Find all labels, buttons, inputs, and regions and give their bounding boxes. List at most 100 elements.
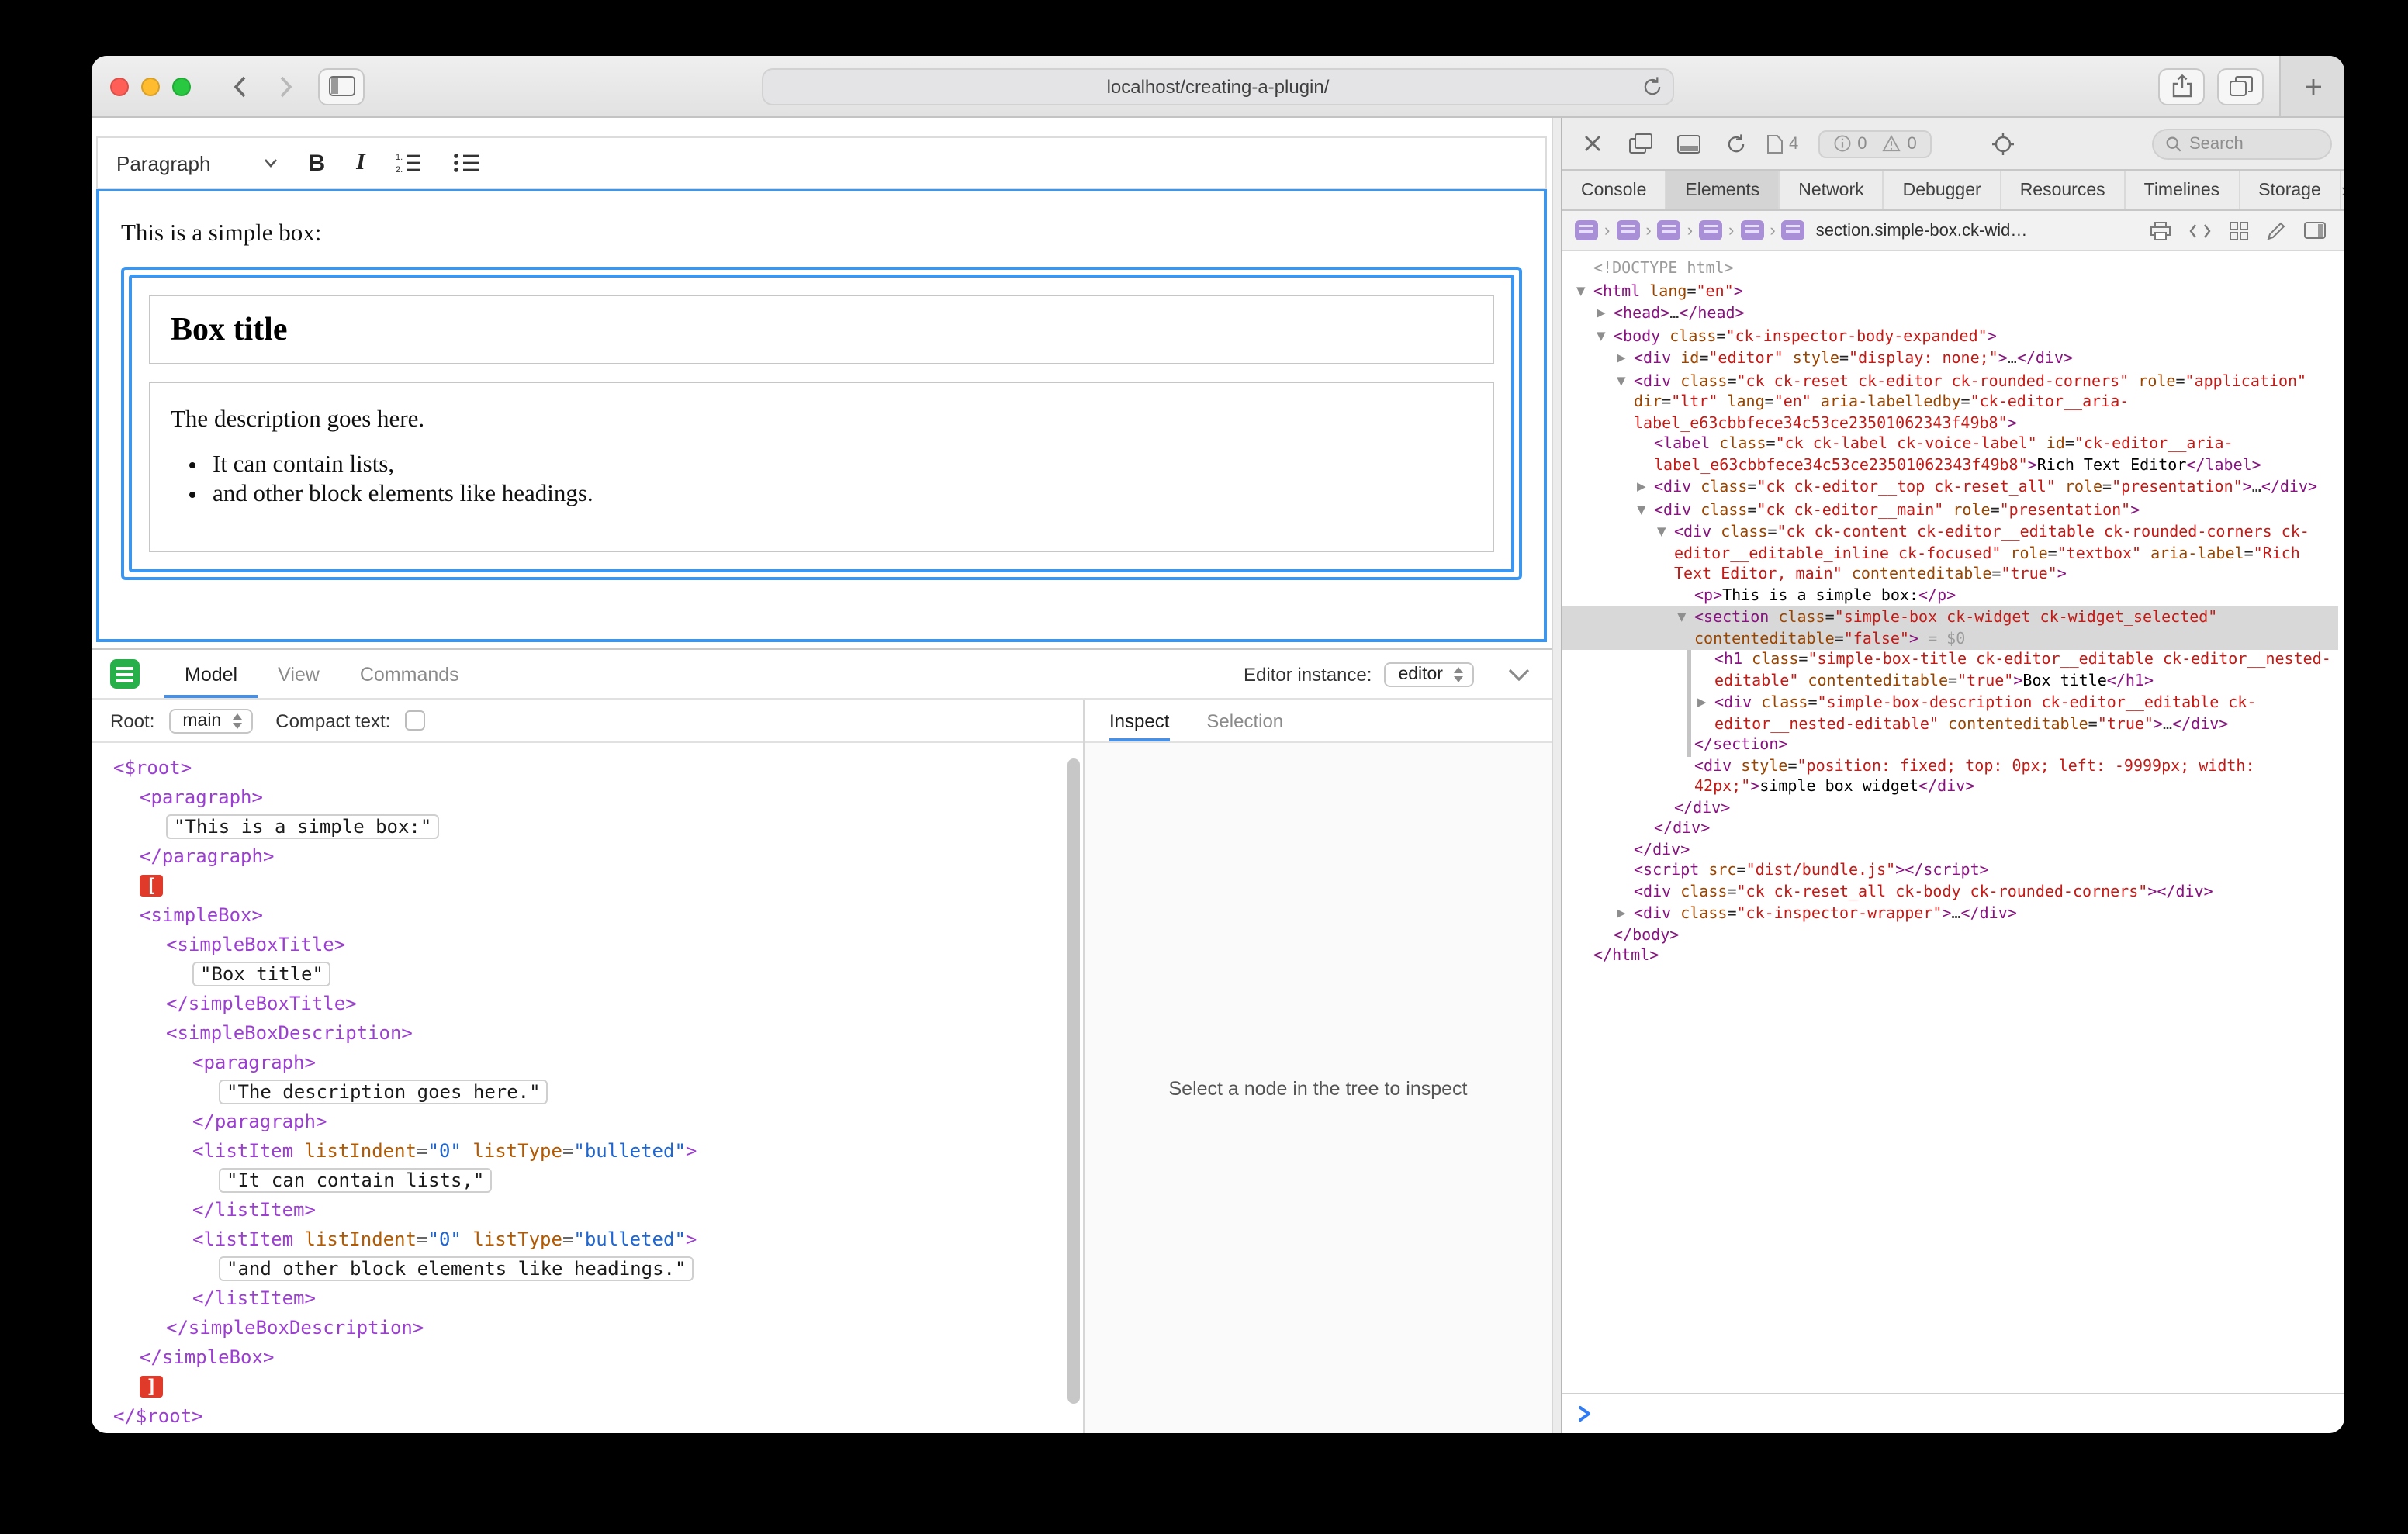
edit-button[interactable] (2267, 221, 2285, 240)
model-tree-line[interactable]: </listItem> (113, 1196, 1061, 1225)
resource-count-badge[interactable]: 4 (1767, 134, 1798, 153)
box-title[interactable]: Box title (149, 295, 1494, 364)
paragraph-dropdown[interactable]: Paragraph (116, 151, 277, 174)
detail-tab-inspect[interactable]: Inspect (1109, 700, 1169, 741)
description-paragraph[interactable]: The description goes here. (171, 406, 1472, 434)
box-description[interactable]: The description goes here. It can contai… (149, 382, 1494, 552)
simple-box-widget[interactable]: Box title The description goes here. It … (121, 267, 1522, 580)
model-tree-line[interactable]: "It can contain lists," (113, 1166, 1061, 1196)
dom-tree-line[interactable]: <!DOCTYPE html> (1562, 259, 2338, 280)
dom-tree-line[interactable]: ▼<div class="ck ck-editor__main" role="p… (1562, 499, 2338, 521)
dom-tree-line-selected[interactable]: ▼<section class="simple-box ck-widget ck… (1562, 606, 2338, 650)
inspector-tab-commands[interactable]: Commands (340, 650, 479, 698)
disclosure-triangle-icon[interactable]: ▼ (1617, 370, 1634, 391)
devtools-search-field[interactable]: Search (2152, 128, 2332, 159)
model-tree-line[interactable]: "This is a simple box:" (113, 813, 1061, 842)
detail-tab-selection[interactable]: Selection (1206, 700, 1283, 741)
model-tree-line[interactable]: <paragraph> (113, 1049, 1061, 1078)
editor-editable[interactable]: This is a simple box: Box title The desc… (96, 189, 1547, 642)
dom-tree-line[interactable]: ▼<body class="ck-inspector-body-expanded… (1562, 325, 2338, 347)
disclosure-triangle-icon[interactable]: ▼ (1657, 521, 1674, 542)
disclosure-triangle-icon[interactable]: ▶ (1697, 692, 1714, 713)
disclosure-triangle-icon[interactable]: ▼ (1597, 325, 1614, 346)
dom-tree-line[interactable]: <p>This is a simple box:</p> (1562, 586, 2338, 606)
disclosure-triangle-icon[interactable]: ▼ (1576, 280, 1593, 301)
compact-text-checkbox[interactable] (404, 710, 424, 731)
dom-tree-line[interactable]: </div> (1562, 819, 2338, 840)
inspector-tab-view[interactable]: View (258, 650, 340, 698)
model-tree-line[interactable]: <simpleBoxTitle> (113, 931, 1061, 960)
root-select[interactable]: main (168, 708, 252, 733)
dom-tree-line[interactable]: <div style="position: fixed; top: 0px; l… (1562, 756, 2338, 798)
collapse-inspector-button[interactable] (1508, 668, 1530, 680)
devtools-tab-resources[interactable]: Resources (2001, 171, 2126, 209)
numbered-list-button[interactable]: 1. 2. (396, 152, 423, 174)
model-tree-line[interactable]: "Box title" (113, 960, 1061, 990)
model-tree-line[interactable]: [ (113, 872, 1061, 901)
zoom-window-button[interactable] (172, 77, 191, 95)
dom-tree-line[interactable]: ▶<div class="simple-box-description ck-e… (1562, 692, 2338, 735)
element-picker-button[interactable] (1987, 128, 2021, 159)
scrollbar-thumb[interactable] (1067, 758, 1080, 1403)
element-node-icon[interactable] (1575, 220, 1598, 240)
model-tree-line[interactable]: "and other block elements like headings.… (113, 1255, 1061, 1284)
breadcrumb-item-label[interactable]: section.simple-box.ck-wid… (1816, 221, 2028, 240)
devtools-tab-timelines[interactable]: Timelines (2126, 171, 2240, 209)
dom-tree-line[interactable]: <script src="dist/bundle.js"></script> (1562, 861, 2338, 882)
dom-tree-line[interactable]: </div> (1562, 840, 2338, 861)
dom-tree-line[interactable]: </html> (1562, 946, 2338, 967)
model-tree-line[interactable]: </$root> (113, 1402, 1061, 1432)
model-tree-line[interactable]: <$root> (113, 754, 1061, 783)
disclosure-triangle-icon[interactable]: ▶ (1617, 903, 1634, 924)
model-tree-line[interactable]: ] (113, 1373, 1061, 1402)
disclosure-triangle-icon[interactable]: ▼ (1637, 499, 1654, 520)
detach-inspector-button[interactable] (1623, 128, 1657, 159)
dom-tree-line[interactable]: ▼<div class="ck ck-content ck-editor__ed… (1562, 521, 2338, 586)
dom-tree-line[interactable]: ▶<div id="editor" style="display: none;"… (1562, 347, 2338, 370)
sidebar-toggle-button[interactable] (318, 67, 365, 105)
element-node-icon[interactable] (1740, 220, 1763, 240)
forward-button[interactable] (265, 67, 306, 105)
print-styles-button[interactable] (2150, 221, 2171, 240)
disclosure-triangle-icon[interactable]: ▶ (1637, 476, 1654, 497)
dom-tree-line[interactable]: ▶<div class="ck ck-editor__top ck-reset_… (1562, 476, 2338, 499)
back-button[interactable] (219, 67, 259, 105)
details-sidebar-toggle[interactable] (2304, 222, 2326, 239)
element-node-icon[interactable] (1616, 220, 1639, 240)
quick-console[interactable] (1562, 1393, 2344, 1433)
minimize-window-button[interactable] (141, 77, 160, 95)
intro-paragraph[interactable]: This is a simple box: (121, 220, 1522, 248)
model-tree-line[interactable]: <paragraph> (113, 783, 1061, 813)
devtools-tab-debugger[interactable]: Debugger (1884, 171, 2001, 209)
close-window-button[interactable] (110, 77, 129, 95)
devtools-reload-button[interactable] (1719, 128, 1753, 159)
tab-overview-button[interactable] (2217, 67, 2264, 105)
dom-tree-line[interactable]: </section> (1562, 735, 2338, 756)
model-tree-line[interactable]: </simpleBox> (113, 1343, 1061, 1373)
list-item[interactable]: and other block elements like headings. (213, 480, 1472, 509)
dom-tree-line[interactable]: <h1 class="simple-box-title ck-editor__e… (1562, 650, 2338, 692)
disclosure-triangle-icon[interactable]: ▶ (1597, 302, 1614, 323)
warning-count-badge[interactable]: 0 (1883, 134, 1917, 153)
inspector-tab-model[interactable]: Model (164, 650, 258, 698)
tabs-overflow-button[interactable]: » (2341, 178, 2344, 202)
element-node-icon[interactable] (1658, 220, 1681, 240)
element-node-icon[interactable] (1699, 220, 1722, 240)
layout-grid-button[interactable] (2230, 221, 2248, 240)
model-tree-line[interactable]: </paragraph> (113, 1107, 1061, 1137)
pane-splitter[interactable] (1552, 118, 1562, 1433)
dom-tree-line[interactable]: <label class="ck ck-label ck-voice-label… (1562, 434, 2338, 476)
dom-tree-line[interactable]: <div class="ck ck-reset_all ck-body ck-r… (1562, 882, 2338, 903)
reload-button[interactable] (1642, 75, 1663, 97)
dom-tree-line[interactable]: ▶<head>…</head> (1562, 302, 2338, 325)
devtools-tab-elements[interactable]: Elements (1666, 171, 1780, 209)
bulleted-list-button[interactable] (454, 152, 480, 174)
devtools-tab-storage[interactable]: Storage (2240, 171, 2341, 209)
model-tree-line[interactable]: <listItem listIndent="0" listType="bulle… (113, 1137, 1061, 1166)
model-tree-line[interactable]: </simpleBoxDescription> (113, 1314, 1061, 1343)
close-inspector-button[interactable] (1575, 128, 1609, 159)
disclosure-triangle-icon[interactable]: ▶ (1617, 347, 1634, 368)
dom-tree-line[interactable]: ▼<div class="ck ck-reset ck-editor ck-ro… (1562, 370, 2338, 434)
element-node-icon[interactable] (1782, 220, 1805, 240)
italic-button[interactable]: I (356, 150, 365, 176)
